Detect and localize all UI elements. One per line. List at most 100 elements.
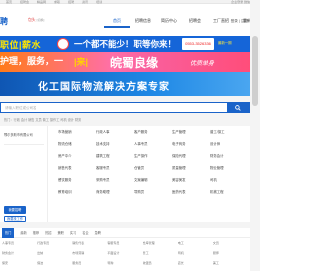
banner-phone: 0553-3526336 <box>182 38 214 50</box>
hot-keywords[interactable]: 热门：行政 会计 销售 文员 普工 操作工 司机 设计 财务 <box>0 117 250 123</box>
banner-recruit[interactable]: 职位|薪水 一个都不能少！职等你来！ 0553-3526336 最新一期 <box>0 36 250 52</box>
nav-item[interactable]: 招聘会 <box>182 16 208 28</box>
job-link[interactable]: 普工 <box>143 250 178 256</box>
user-login-links[interactable]: 登录 | 注册 <box>231 19 248 24</box>
job-link[interactable]: 销售代表 <box>72 240 107 246</box>
job-tab[interactable]: 急聘 <box>95 228 101 238</box>
job-link[interactable]: 人事专员 <box>2 240 37 246</box>
job-link[interactable]: 市场营销 <box>72 250 107 256</box>
job-link[interactable]: 客服专员 <box>107 240 142 246</box>
job-link[interactable]: 司机 <box>178 250 213 256</box>
category-link[interactable]: 客户服务 <box>134 126 172 138</box>
category-link[interactable]: 导购员 <box>134 186 172 198</box>
banner-logistics[interactable]: 化工国际物流解决方案专家 <box>0 72 250 96</box>
job-link[interactable]: 导购 <box>107 260 142 266</box>
scrollbar-thumb[interactable] <box>252 36 258 106</box>
job-tab[interactable]: 兼职 <box>58 228 64 238</box>
job-link[interactable]: 行政专员 <box>37 240 72 246</box>
banner-dating-left: 护理，服务，一 <box>0 56 64 66</box>
job-tabs: 热门 最新 推荐 热招 兼职 实习 名企 急聘 <box>0 227 250 238</box>
category-link[interactable]: 客服专员 <box>96 162 134 174</box>
job-link[interactable]: 收银员 <box>143 260 178 266</box>
city-switcher[interactable]: 包头 [切换] <box>28 18 44 23</box>
job-link[interactable]: 服务员 <box>72 260 107 266</box>
category-link[interactable]: 餐饮服务 <box>58 174 96 186</box>
site-header: 聘 包头 [切换] 首页 招聘信息 简历中心 招聘会 工厂直招 看新 登录 | 注册 <box>0 4 260 36</box>
job-link[interactable]: 电工 <box>178 240 213 246</box>
category-link[interactable]: 市场营销 <box>58 126 96 138</box>
job-link[interactable]: 仓库管理 <box>143 240 178 246</box>
city-name: 包头 <box>28 18 36 22</box>
job-tab[interactable]: 热门 <box>2 227 15 238</box>
category-link[interactable]: 生产管理 <box>172 126 210 138</box>
category-link[interactable]: 机械工程 <box>210 186 248 198</box>
side-company[interactable]: 鄂尔多斯市有限公司 <box>4 132 46 137</box>
category-link[interactable]: 司机 <box>210 174 248 186</box>
job-link[interactable]: 美工 <box>213 260 248 266</box>
page-scrollbar[interactable] <box>250 0 260 271</box>
job-rows: 人事专员 行政专员 销售代表 客服专员 仓库管理 电工 文员财务会计 出纳 市场营销 平面设计 普工… <box>2 240 248 266</box>
category-link[interactable]: 保险代理 <box>172 150 210 162</box>
site-logo[interactable]: 聘 <box>0 16 26 26</box>
category-link[interactable]: 销售代表 <box>58 162 96 174</box>
search-icon <box>235 105 241 111</box>
job-link[interactable]: 保洁 <box>37 260 72 266</box>
category-link[interactable]: 电子商务 <box>172 138 210 150</box>
job-link[interactable]: 保安 <box>2 260 37 266</box>
category-link[interactable]: 商务助理 <box>96 186 134 198</box>
main-section: 鄂尔多斯市有限公司 我要招聘 我要找工作 市场营销 行政人事 客户服务 生产管理 普工/… <box>0 126 250 222</box>
banner-dating[interactable]: 护理，服务，一 |来| 皖蜀良缘 优质单身 <box>0 52 250 72</box>
nav-item[interactable]: 简历中心 <box>156 16 182 28</box>
job-list-section: 热门 最新 推荐 热招 兼职 实习 名企 急聘 人事专员 行政专员 销售代表 客服专员 仓库管理 电工文… <box>0 227 250 271</box>
nav-item[interactable]: 招聘信息 <box>130 16 156 28</box>
category-link[interactable]: 行政人事 <box>96 126 134 138</box>
category-link[interactable]: 普工/操工 <box>210 126 248 138</box>
category-link[interactable]: 房产中介 <box>58 150 96 162</box>
job-tab[interactable]: 实习 <box>70 228 76 238</box>
category-link[interactable]: 物流仓储 <box>58 138 96 150</box>
job-tab[interactable]: 推荐 <box>33 228 39 238</box>
category-link[interactable]: 技术支持 <box>96 138 134 150</box>
category-link[interactable]: 教育培训 <box>58 186 96 198</box>
category-link[interactable]: 美容美发 <box>172 174 210 186</box>
post-job-button[interactable]: 我要招聘 <box>4 206 26 214</box>
banner-dating-title: 皖蜀良缘 <box>110 56 159 70</box>
side-panel: 鄂尔多斯市有限公司 我要招聘 我要找工作 <box>0 126 48 222</box>
job-link[interactable]: 文员 <box>213 240 248 246</box>
category-link[interactable]: 人事专员 <box>134 138 172 150</box>
banner-recruit-right: 最新一期 <box>218 41 232 45</box>
search-input[interactable]: 请输入职位或公司名 <box>5 106 37 111</box>
job-tab[interactable]: 热招 <box>45 228 51 238</box>
category-link[interactable]: 仓管员 <box>134 162 172 174</box>
banner-dating-come: |来| <box>74 57 89 67</box>
category-link[interactable]: 医药代表 <box>172 186 210 198</box>
category-link[interactable]: 采购专员 <box>96 174 134 186</box>
banner-badge-icon <box>57 38 69 50</box>
job-link[interactable]: 店长 <box>178 260 213 266</box>
category-link[interactable]: 物业管理 <box>210 162 248 174</box>
job-link[interactable]: 财务会计 <box>2 250 37 256</box>
side-divider <box>4 144 44 145</box>
category-link[interactable]: 建筑工程 <box>96 150 134 162</box>
category-link[interactable]: 设计师 <box>210 138 248 150</box>
nav-item[interactable]: 首页 <box>104 16 130 28</box>
page: 首页 招聘会 精品网 求职 招聘 资讯 培训 企业登录 微信关注 聘 包头 [切换] 首页招… <box>0 0 260 271</box>
job-tab[interactable]: 最新 <box>20 228 26 238</box>
job-link[interactable]: 平面设计 <box>107 250 142 256</box>
job-link[interactable]: 厨师 <box>213 250 248 256</box>
banner-recruit-left: 职位|薪水 <box>0 40 42 50</box>
find-job-button[interactable]: 我要找工作 <box>4 216 26 222</box>
banner-logistics-title: 化工国际物流解决方案专家 <box>38 82 170 93</box>
banner-dating-right: 优质单身 <box>190 61 215 67</box>
job-link[interactable]: 出纳 <box>37 250 72 256</box>
banner-recruit-slogan: 一个都不能少！职等你来！ <box>74 39 177 49</box>
search-bar: 请输入职位或公司名 <box>0 102 250 113</box>
category-link[interactable]: 财务会计 <box>210 150 248 162</box>
category-link[interactable]: 文案编辑 <box>134 174 172 186</box>
category-grid: 市场营销 行政人事 客户服务 生产管理 普工/操工物流仓储 技术支持 人事专员 电子商务 设计师… <box>58 126 248 198</box>
category-link[interactable]: 质量管理 <box>172 162 210 174</box>
city-switch-link[interactable]: [切换] <box>37 18 45 22</box>
category-link[interactable]: 生产操作 <box>134 150 172 162</box>
job-tab[interactable]: 名企 <box>82 228 88 238</box>
search-button[interactable] <box>227 103 249 112</box>
